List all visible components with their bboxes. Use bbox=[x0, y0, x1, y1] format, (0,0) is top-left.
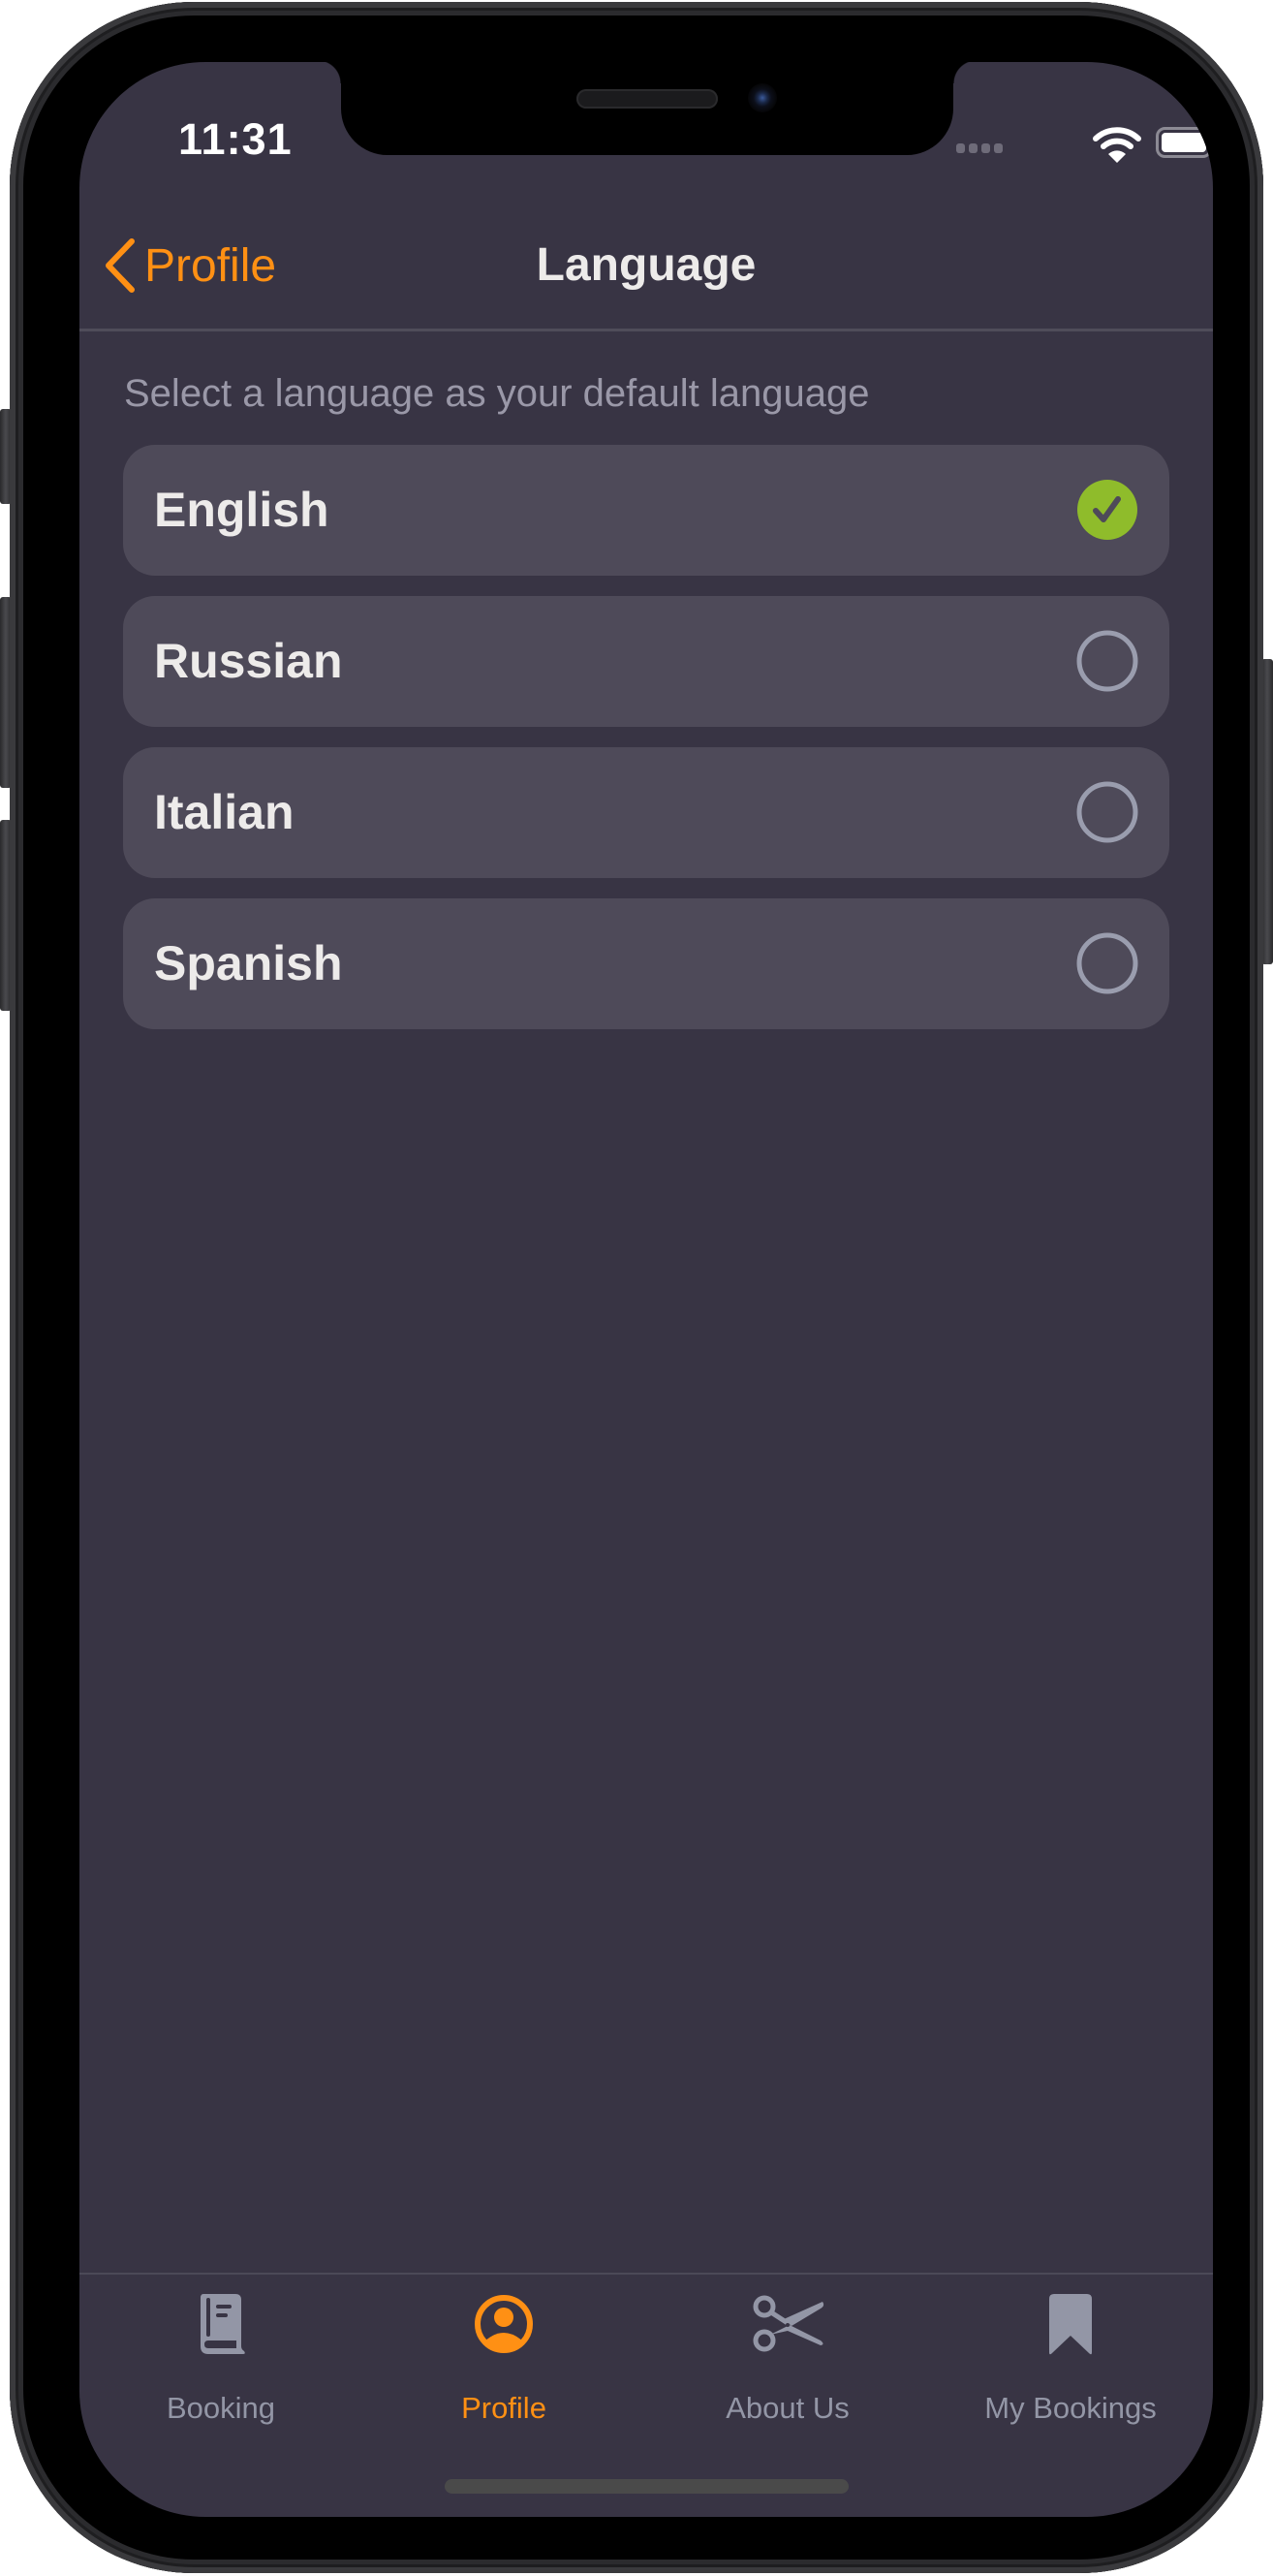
home-indicator[interactable] bbox=[445, 2479, 849, 2494]
empty-circle-icon bbox=[1076, 630, 1138, 692]
screen: 11:31 Profile Language Select a language… bbox=[79, 62, 1213, 2517]
page-title: Language bbox=[536, 239, 757, 291]
person-circle-icon bbox=[475, 2295, 533, 2353]
tab-label: My Bookings bbox=[984, 2391, 1157, 2425]
checkmark-circle-icon bbox=[1077, 480, 1137, 540]
language-option-spanish[interactable]: Spanish bbox=[123, 898, 1169, 1029]
tab-label: Booking bbox=[166, 2391, 276, 2425]
tab-label: About Us bbox=[726, 2391, 850, 2425]
tab-about-us[interactable]: About Us bbox=[646, 2275, 929, 2449]
language-label: Russian bbox=[154, 634, 343, 688]
cellular-signal-icon bbox=[956, 143, 1003, 153]
tab-booking[interactable]: Booking bbox=[79, 2275, 362, 2449]
language-list: English Russian Italian Spanish bbox=[123, 445, 1169, 1050]
notch bbox=[318, 62, 977, 155]
tab-label: Profile bbox=[461, 2391, 546, 2425]
tab-my-bookings[interactable]: My Bookings bbox=[929, 2275, 1212, 2449]
phone-frame: 11:31 Profile Language Select a language… bbox=[10, 2, 1263, 2573]
front-camera bbox=[748, 83, 777, 112]
scissors-icon bbox=[753, 2295, 824, 2352]
language-label: English bbox=[154, 483, 329, 537]
instruction-text: Select a language as your default langua… bbox=[124, 372, 870, 415]
empty-circle-icon bbox=[1076, 781, 1138, 843]
language-label: Italian bbox=[154, 785, 295, 839]
empty-circle-icon bbox=[1076, 932, 1138, 994]
bookmark-icon bbox=[1049, 2294, 1092, 2355]
tab-profile[interactable]: Profile bbox=[362, 2275, 645, 2449]
book-icon bbox=[201, 2294, 245, 2354]
status-time: 11:31 bbox=[178, 114, 293, 164]
speaker bbox=[576, 89, 718, 109]
language-option-italian[interactable]: Italian bbox=[123, 747, 1169, 878]
navigation-bar: Profile Language bbox=[79, 207, 1213, 331]
battery-icon bbox=[1156, 127, 1212, 158]
language-option-english[interactable]: English bbox=[123, 445, 1169, 576]
language-label: Spanish bbox=[154, 936, 343, 990]
language-option-russian[interactable]: Russian bbox=[123, 596, 1169, 727]
wifi-icon bbox=[1093, 127, 1141, 163]
